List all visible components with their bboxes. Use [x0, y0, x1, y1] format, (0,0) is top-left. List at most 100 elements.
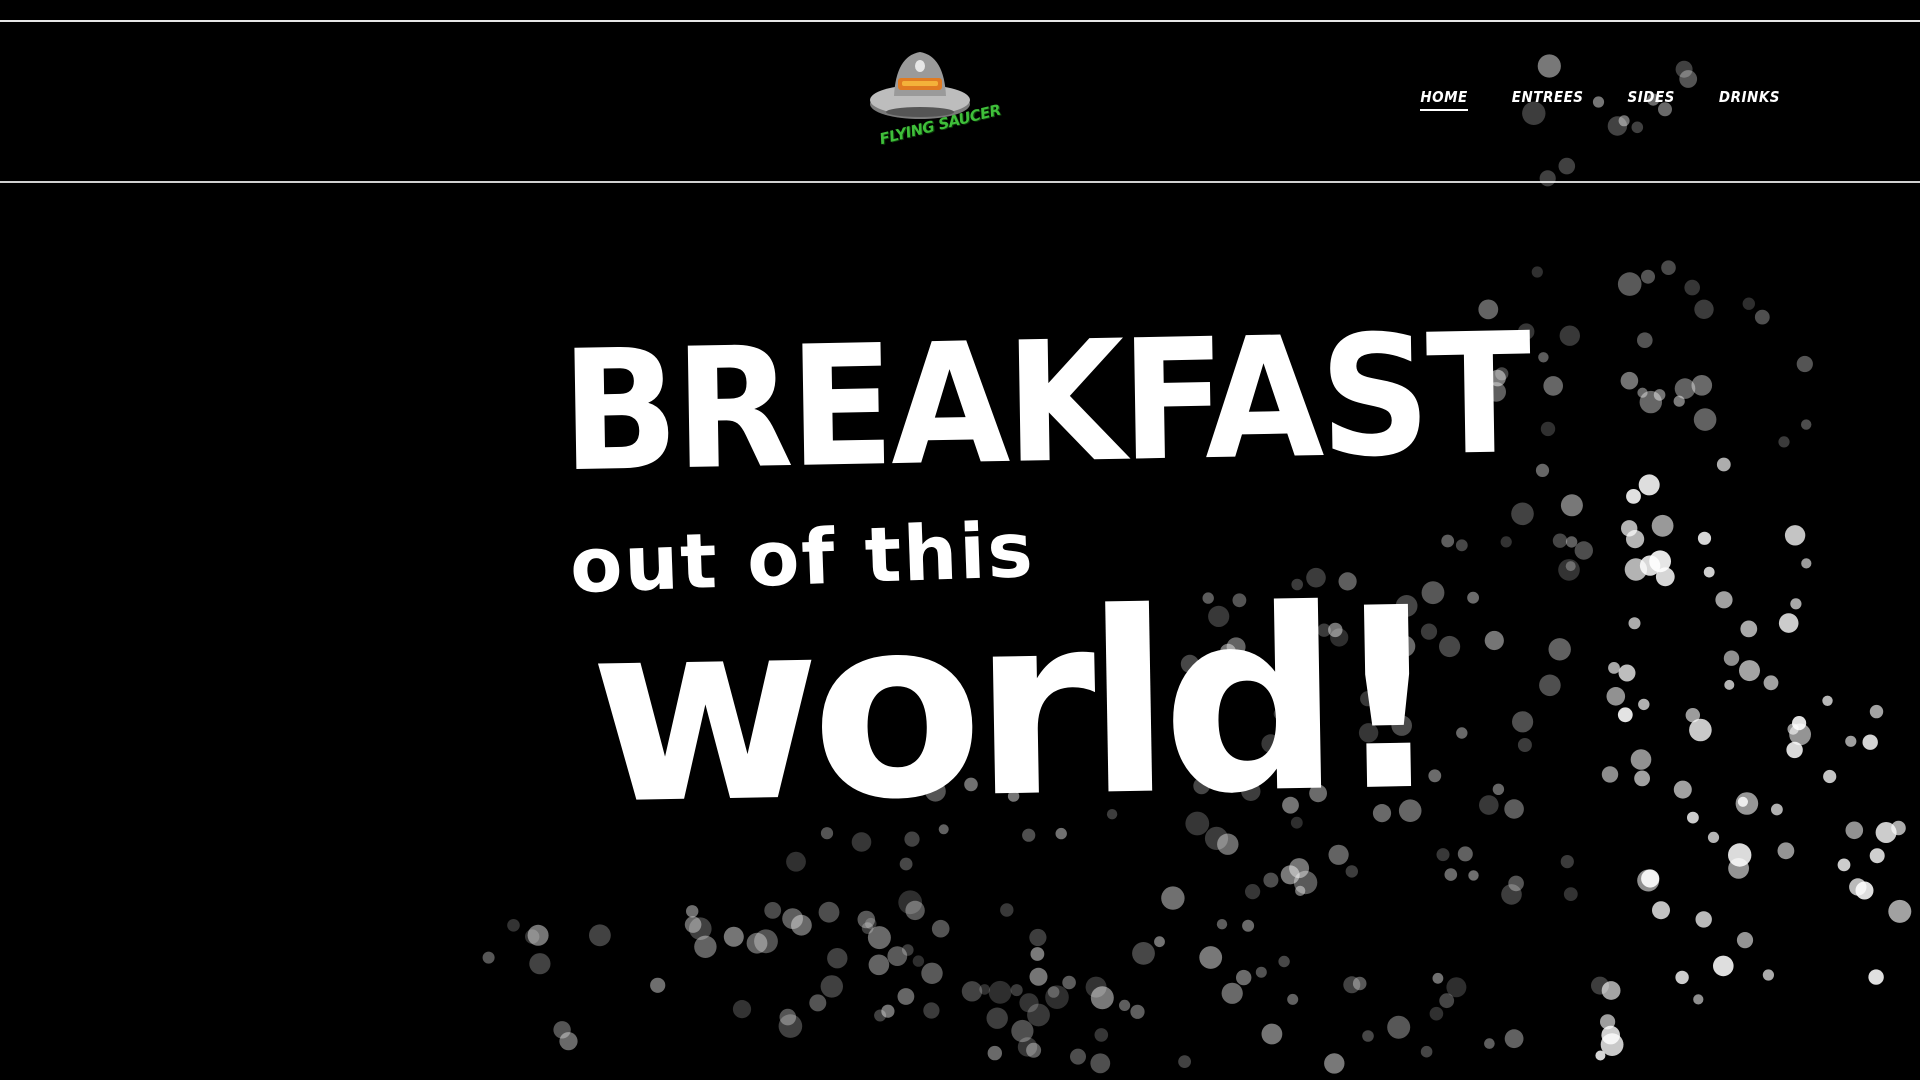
bubble: [861, 922, 874, 934]
bubble: [1595, 1050, 1606, 1061]
bubble: [1130, 1004, 1145, 1019]
bubble: [1617, 272, 1642, 296]
nav-drinks[interactable]: DRINKS: [1719, 88, 1780, 111]
bubble: [1796, 355, 1813, 373]
bubble: [507, 919, 520, 932]
bubble: [1287, 993, 1299, 1005]
bubble: [1687, 811, 1699, 824]
bubble: [686, 905, 699, 918]
bubble: [1154, 936, 1165, 948]
bubble: [1090, 1053, 1111, 1074]
bubble: [1278, 955, 1290, 968]
bubble: [650, 977, 666, 993]
bubble: [1778, 436, 1790, 448]
bubble: [754, 929, 778, 954]
bubble: [1801, 558, 1812, 569]
bubble: [1221, 982, 1243, 1004]
bubble: [1634, 770, 1650, 787]
site-logo[interactable]: FLYING SAUCER: [868, 46, 1003, 154]
bubble: [1651, 514, 1674, 537]
bubble: [1535, 463, 1550, 477]
bubble: [589, 924, 611, 947]
bubble: [482, 951, 495, 964]
bubble: [1062, 975, 1076, 990]
bubble: [1630, 749, 1652, 770]
bubble: [1538, 352, 1549, 363]
bubble: [1639, 390, 1663, 414]
bubble: [1324, 1053, 1345, 1074]
bubble: [1467, 591, 1479, 604]
bubble: [1618, 664, 1636, 682]
bubble: [1029, 928, 1047, 947]
bubble: [1540, 421, 1556, 437]
bubble: [1255, 966, 1267, 978]
bubble: [1263, 872, 1279, 888]
bubble: [1638, 474, 1660, 496]
bubble: [1716, 457, 1731, 472]
bubble: [1728, 858, 1749, 879]
bubble: [527, 924, 549, 946]
bubble: [1492, 783, 1505, 795]
bubble: [1216, 919, 1228, 930]
bubble: [791, 914, 812, 936]
bubble: [1591, 976, 1609, 995]
bubble: [1713, 955, 1734, 977]
bubble: [1552, 533, 1568, 548]
bubble: [868, 954, 890, 976]
bubble: [779, 1008, 797, 1026]
bubble: [1455, 539, 1468, 552]
bubble: [1199, 946, 1223, 969]
main-nav: HOME ENTREES SIDES DRINKS: [1376, 88, 1780, 111]
bubble: [1560, 494, 1583, 517]
bubble: [1295, 885, 1306, 897]
bubble: [1085, 976, 1107, 998]
bubble: [1693, 994, 1704, 1005]
bubble: [1641, 269, 1655, 284]
bubble: [1762, 969, 1774, 981]
bubble: [820, 975, 843, 998]
bubble: [1457, 846, 1473, 862]
bubble: [1345, 865, 1359, 878]
bubble: [1868, 969, 1884, 985]
bubble: [1715, 591, 1733, 609]
bubble: [874, 1009, 887, 1022]
bubble: [1777, 842, 1795, 860]
bubble: [1684, 279, 1700, 296]
bubble: [1387, 1015, 1411, 1039]
bubble: [987, 1045, 1002, 1061]
bubble: [1439, 993, 1455, 1009]
bubble: [887, 946, 908, 966]
bubble: [1559, 325, 1581, 346]
bubble: [1801, 419, 1812, 430]
bubble: [1558, 559, 1580, 581]
bubble: [809, 994, 827, 1012]
bubble: [1444, 868, 1458, 881]
bubble: [1429, 1006, 1444, 1021]
bubble: [1740, 620, 1758, 638]
bubble: [1641, 869, 1660, 888]
bubble: [1855, 881, 1874, 900]
bubble: [1362, 1030, 1374, 1042]
bubble: [1679, 70, 1698, 88]
nav-sides[interactable]: SIDES: [1628, 88, 1675, 111]
bubble: [988, 980, 1012, 1004]
bubble: [1432, 972, 1444, 984]
bubble: [1778, 613, 1799, 633]
hero-title: BREAKFAST: [559, 297, 1530, 510]
bubble: [1639, 555, 1661, 576]
bubble: [1628, 617, 1641, 630]
bubble: [1739, 660, 1760, 682]
bubble: [684, 916, 702, 933]
bubble: [1119, 999, 1131, 1012]
bubble: [1697, 531, 1712, 545]
bubble: [1245, 884, 1261, 900]
bubble: [899, 857, 913, 871]
nav-home[interactable]: HOME: [1420, 88, 1468, 111]
bubble: [1631, 121, 1644, 134]
bubble: [1617, 707, 1633, 723]
bubble: [1560, 855, 1574, 869]
bubble: [1790, 598, 1802, 610]
bubble: [931, 919, 950, 938]
nav-entrees[interactable]: ENTREES: [1512, 88, 1584, 111]
bubble: [1869, 848, 1885, 864]
